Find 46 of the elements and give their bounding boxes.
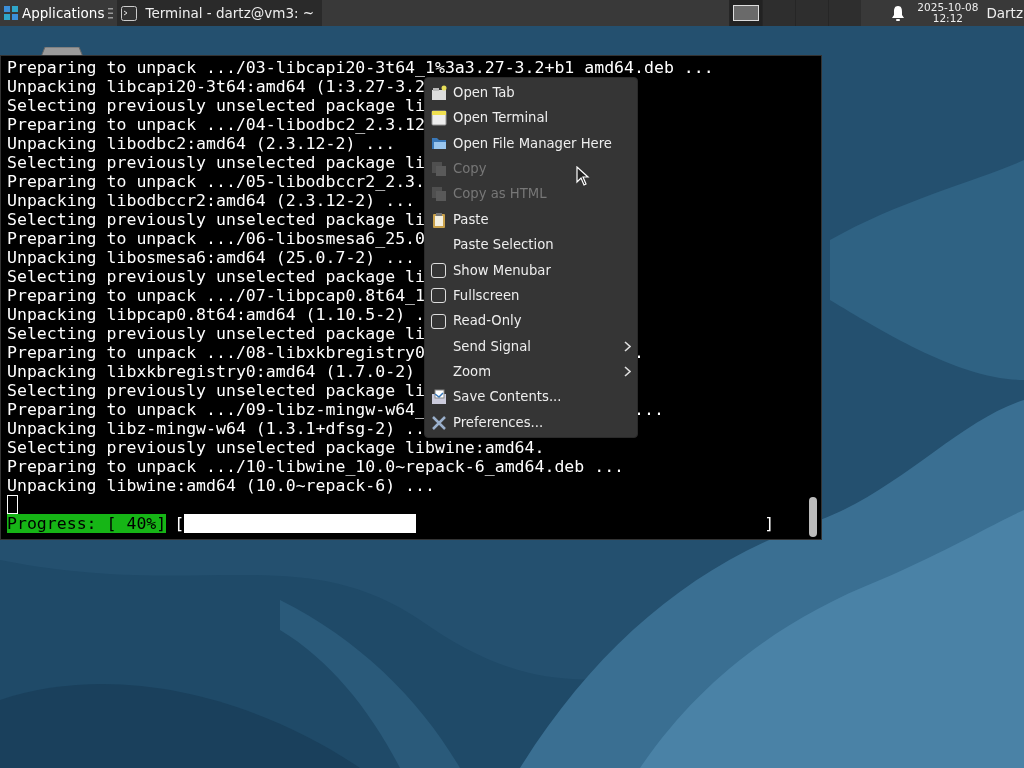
terminal-line: Unpacking libxkbregistry0:amd64 (1.7.0-2) (7, 362, 416, 381)
progress-label: Progress: [ 40%] (7, 514, 167, 533)
terminal-line: Preparing to unpack .../06-libosmesa6_25.0 (7, 229, 425, 248)
menu-item[interactable]: Open File Manager Here (425, 130, 637, 157)
menu-item[interactable]: Zoom (425, 359, 637, 385)
menu-item[interactable]: Paste (425, 206, 637, 233)
applications-menu[interactable]: Applications (0, 0, 109, 26)
user-name[interactable]: Dartz (986, 2, 1023, 24)
progress-bracket: ] (764, 514, 775, 533)
terminal-line: Preparing to unpack .../10-libwine_10.0~repack-6_amd64.deb ... (7, 457, 625, 476)
clock-time: 12:12 (931, 13, 964, 24)
menu-item[interactable]: Save Contents... (425, 384, 637, 411)
terminal-line: Unpacking libcapi20-3t64:amd64 (1:3.27-3.2 (7, 77, 425, 96)
terminal-line: Selecting previously unselected package libwine:amd64. (7, 438, 545, 457)
terminal-line: Unpacking libodbc2:amd64 (2.3.12-2) ... (7, 134, 396, 153)
terminal-line: Unpacking libwine:amd64 (10.0~repack-6) ... (7, 476, 435, 495)
terminal-line: Selecting previously unselected package li (7, 153, 425, 172)
terminal-line: Preparing to unpack .../08-libxkbregistry0 (7, 343, 425, 362)
menu-item[interactable]: Open Terminal (425, 105, 637, 131)
terminal-line: Preparing to unpack .../05-libodbccr2_2.3. (7, 172, 425, 191)
menu-item[interactable]: Read-Only (425, 308, 637, 334)
terminal-line: Preparing to unpack .../03-libcapi20-3t64_1%3a3.27-3.2+b1 amd64.deb ... (7, 58, 714, 77)
terminal-line: Preparing to unpack .../04-libodbc2_2.3.12 (7, 115, 425, 134)
terminal-line: Preparing to unpack .../09-libz-mingw-w64_ (7, 400, 425, 419)
clock[interactable]: 2025-10-08 12:12 (917, 2, 979, 24)
terminal-line: Unpacking libodbccr2:amd64 (2.3.12-2) ... (7, 191, 416, 210)
terminal-line: Preparing to unpack .../07-libpcap0.8t64_1 (7, 286, 425, 305)
menu-item[interactable]: Show Menubar (425, 257, 637, 284)
menu-item[interactable]: Paste Selection (425, 232, 637, 258)
terminal-line: Selecting previously unselected package li (7, 381, 425, 400)
terminal-line: Unpacking libosmesa6:amd64 (25.0.7-2) ... (7, 248, 416, 267)
menu-item[interactable]: Fullscreen (425, 283, 637, 309)
terminal-line: ... (634, 400, 664, 419)
taskbar-button[interactable]: Terminal - dartz@vm3: ~ (117, 0, 323, 26)
terminal-line: Selecting previously unselected package li (7, 324, 425, 343)
terminal-line: Unpacking libpcap0.8t64:amd64 (1.10.5-2) . (7, 305, 425, 324)
terminal-line: Selecting previously unselected package li (7, 267, 425, 286)
menu-item[interactable]: Preferences... (425, 410, 637, 436)
terminal-line: . (634, 343, 644, 362)
terminal-line: Selecting previously unselected package li (7, 96, 425, 115)
terminal-line: Selecting previously unselected package li (7, 210, 425, 229)
terminal-line: Unpacking libz-mingw-w64 (1.3.1+dfsg-2) .. (7, 419, 425, 438)
menu-item[interactable]: Open Tab (425, 80, 637, 106)
clock-date: 2025-10-08 (917, 2, 979, 13)
menu-item[interactable]: Send Signal (425, 333, 637, 360)
progress-bracket: [ (174, 514, 185, 533)
